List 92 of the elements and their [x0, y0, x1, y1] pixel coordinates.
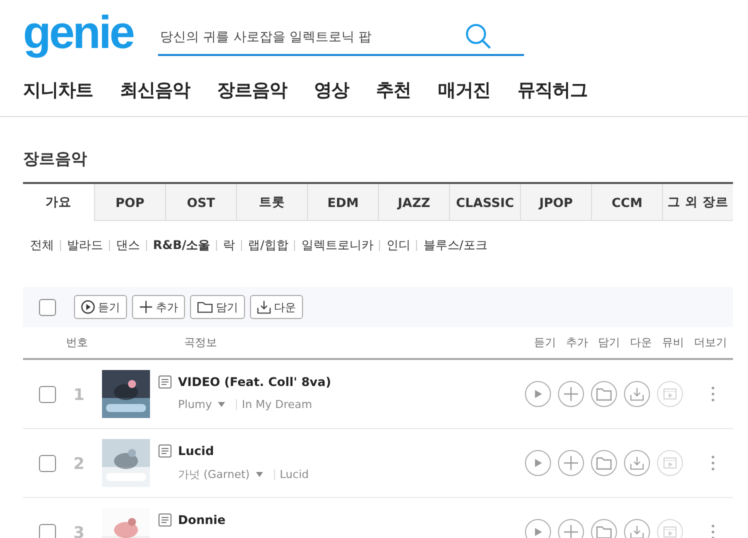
add-button[interactable] [558, 519, 584, 538]
row-checkbox[interactable] [39, 386, 56, 402]
folder-icon [596, 387, 612, 401]
more-icon[interactable] [711, 386, 715, 402]
folder-icon [197, 300, 213, 314]
subgenre-link[interactable]: 발라드 [60, 240, 109, 250]
subgenre-link[interactable]: 인디 [379, 240, 416, 250]
artist-link[interactable]: 가넛 (Garnet) [178, 467, 250, 482]
select-all-checkbox[interactable] [39, 298, 56, 316]
column-header: 더보기 [694, 335, 727, 350]
video-icon [663, 526, 677, 538]
plus-icon [563, 386, 579, 402]
genre-tab[interactable]: CCM [591, 184, 662, 221]
save-button[interactable] [591, 450, 617, 476]
nav-link[interactable]: 지니차트 [23, 78, 93, 102]
video-icon [663, 457, 677, 469]
nav-link[interactable]: 뮤직허그 [518, 78, 588, 102]
add-button[interactable] [558, 450, 584, 476]
nav-link[interactable]: 최신음악 [120, 78, 190, 102]
rank-number: 3 [72, 522, 86, 538]
download-icon [630, 456, 644, 470]
play-button[interactable] [525, 519, 551, 538]
subgenre-link[interactable]: 락 [216, 240, 242, 250]
nav-link[interactable]: 추천 [376, 78, 411, 102]
plus-icon [563, 524, 579, 538]
add-button[interactable] [558, 381, 584, 407]
subgenre-link[interactable]: R&B/소울 [146, 240, 216, 250]
column-header: 뮤비 [662, 335, 684, 350]
artist-link[interactable]: Plumy [178, 398, 212, 411]
download-icon [630, 525, 644, 538]
caret-icon[interactable] [218, 402, 225, 407]
rank-number: 2 [72, 454, 86, 472]
toolbar-button[interactable]: 듣기 [74, 295, 127, 319]
nav-link[interactable]: 장르음악 [217, 78, 287, 102]
plus-icon [139, 300, 153, 314]
save-button[interactable] [591, 381, 617, 407]
genre-tab[interactable]: CLASSIC [449, 184, 520, 221]
row-checkbox[interactable] [39, 524, 56, 538]
song-title[interactable]: Donnie [178, 513, 226, 527]
genre-tab[interactable]: JAZZ [378, 184, 449, 221]
nav-link[interactable]: 매거진 [438, 78, 490, 102]
rank-number: 1 [72, 384, 86, 404]
subgenre-link[interactable]: 댄스 [109, 240, 146, 250]
genre-tab[interactable]: EDM [307, 184, 378, 221]
column-header: 담기 [598, 335, 620, 350]
subgenre-link[interactable]: 일렉트로니카 [294, 240, 380, 250]
genre-tab[interactable]: 트롯 [236, 184, 307, 221]
save-button[interactable] [591, 519, 617, 538]
play-icon [533, 527, 543, 537]
genre-tab[interactable]: 그 외 장르 [662, 184, 733, 221]
play-icon [81, 300, 95, 314]
download-button[interactable] [624, 450, 650, 476]
section-title: 장르음악 [23, 149, 88, 170]
toolbar-button[interactable]: 담기 [190, 295, 245, 319]
song-title[interactable]: Lucid [178, 444, 214, 458]
toolbar-button[interactable]: 추가 [132, 295, 185, 319]
column-header: 곡정보 [183, 335, 218, 350]
download-button[interactable] [624, 381, 650, 407]
column-header: 번호 [65, 335, 89, 350]
column-header: 듣기 [534, 335, 556, 350]
genre-tab[interactable]: JPOP [520, 184, 591, 221]
caret-icon[interactable] [256, 472, 263, 477]
genre-tab[interactable]: OST [165, 184, 236, 221]
column-header: 다운 [630, 335, 652, 350]
song-title[interactable]: VIDEO (Feat. Coll' 8va) [178, 375, 332, 389]
lyrics-icon[interactable] [158, 444, 172, 458]
folder-icon [596, 525, 612, 538]
play-button[interactable] [525, 381, 551, 407]
lyrics-icon[interactable] [158, 375, 172, 389]
row-checkbox[interactable] [39, 454, 56, 472]
column-header: 추가 [566, 335, 588, 350]
video-icon [663, 388, 677, 400]
search-field[interactable]: 당신의 귀를 사로잡을 일렉트로닉 팝 [158, 20, 524, 56]
play-icon [533, 458, 543, 468]
download-button[interactable] [624, 519, 650, 538]
subgenre-link[interactable]: 블루스/포크 [416, 240, 494, 250]
more-icon[interactable] [711, 524, 715, 538]
download-icon [630, 387, 644, 401]
lyrics-icon[interactable] [158, 513, 172, 527]
more-icon[interactable] [711, 455, 715, 471]
toolbar-button[interactable]: 다운 [250, 295, 303, 319]
nav-link[interactable]: 영상 [314, 78, 349, 102]
folder-icon [596, 456, 612, 470]
subgenre-link[interactable]: 랩/힙합 [241, 240, 294, 250]
plus-icon [563, 455, 579, 471]
genre-tab[interactable]: POP [94, 184, 165, 221]
album-link[interactable]: In My Dream [236, 399, 312, 410]
download-icon [257, 300, 271, 314]
album-link[interactable]: Lucid [274, 469, 309, 480]
play-icon [533, 389, 543, 399]
subgenre-link[interactable]: 전체 [30, 240, 60, 250]
play-button[interactable] [525, 450, 551, 476]
